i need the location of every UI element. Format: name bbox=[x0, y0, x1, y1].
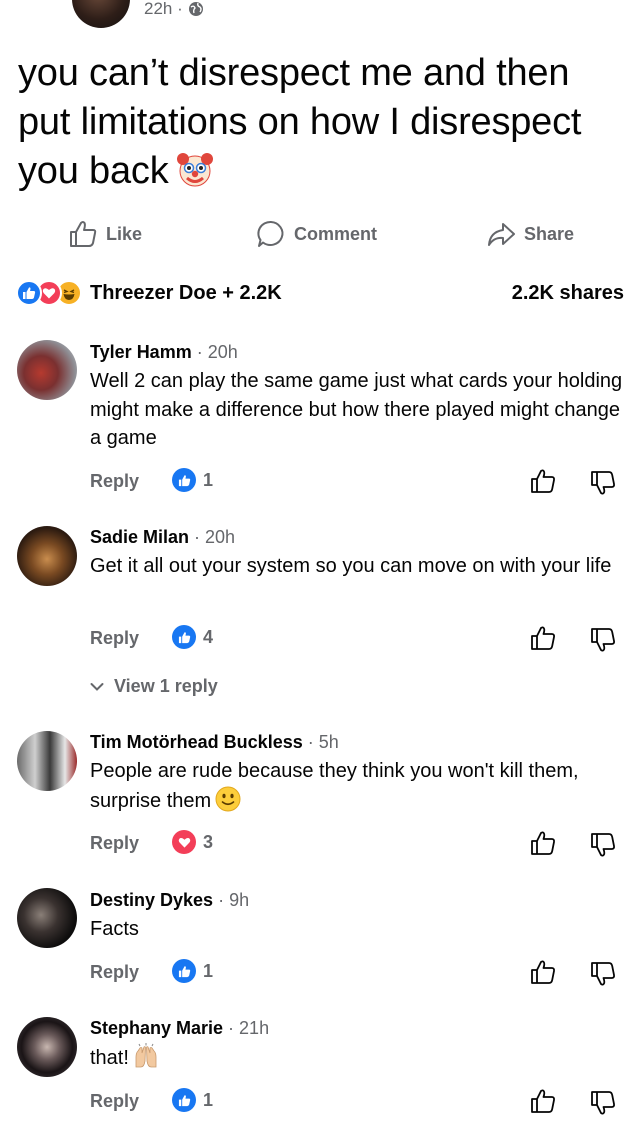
like-reaction-icon bbox=[16, 280, 42, 306]
comment-header: Stephany Marie · 21h bbox=[90, 1017, 625, 1039]
reply-button[interactable]: Reply bbox=[90, 1091, 139, 1112]
comment-reaction-count[interactable]: 1 bbox=[172, 468, 213, 492]
reactions-summary-text: Threezer Doe + 2.2K bbox=[90, 281, 282, 304]
comment-reaction-count[interactable]: 4 bbox=[172, 625, 213, 649]
shares-count[interactable]: 2.2K shares bbox=[512, 282, 624, 305]
comment-header: Tim Motörhead Buckless · 5h bbox=[90, 731, 625, 753]
post-action-bar: Like Comment Share bbox=[0, 212, 640, 256]
post-text-content: you can’t disrespect me and then put lim… bbox=[18, 52, 582, 192]
clown-face-emoji-icon bbox=[176, 153, 213, 187]
comment-reaction-count[interactable]: 1 bbox=[172, 1088, 213, 1112]
like-button[interactable]: Like bbox=[68, 212, 142, 256]
comment-bubble-icon bbox=[257, 220, 284, 247]
post-header: 22h · bbox=[0, 0, 640, 28]
comment-body: Stephany Marie · 21h that! bbox=[90, 1017, 625, 1073]
downvote-icon[interactable] bbox=[590, 832, 616, 858]
downvote-icon[interactable] bbox=[590, 470, 616, 496]
post-meta: 22h · bbox=[144, 0, 204, 19]
comment-reaction-count[interactable]: 1 bbox=[172, 959, 213, 983]
chevron-down-icon bbox=[90, 682, 104, 691]
like-reaction-icon bbox=[172, 1088, 196, 1112]
commenter-name[interactable]: Stephany Marie bbox=[90, 1018, 223, 1038]
comment-header: Sadie Milan · 20h bbox=[90, 526, 625, 548]
upvote-icon[interactable] bbox=[530, 830, 556, 856]
comment-text: People are rude because they think you w… bbox=[90, 757, 625, 815]
comment-text: Facts bbox=[90, 918, 139, 940]
upvote-icon[interactable] bbox=[530, 1088, 556, 1114]
downvote-icon[interactable] bbox=[590, 627, 616, 653]
comment-text-content: that! bbox=[90, 1047, 129, 1069]
reply-button[interactable]: Reply bbox=[90, 471, 139, 492]
comment-text: that! bbox=[90, 1043, 625, 1073]
comment-header: Destiny Dykes · 9h bbox=[90, 889, 625, 911]
downvote-icon[interactable] bbox=[590, 1090, 616, 1116]
post-text: you can’t disrespect me and then put lim… bbox=[18, 49, 628, 196]
reactions-summary-row: Threezer Doe + 2.2K 2.2K shares bbox=[16, 278, 624, 308]
comment-time: · 20h bbox=[191, 342, 238, 362]
comment-actions: Reply 1 bbox=[90, 1088, 625, 1118]
share-button[interactable]: Share bbox=[486, 212, 574, 256]
share-label: Share bbox=[524, 223, 575, 244]
upvote-icon[interactable] bbox=[530, 468, 556, 494]
comment-body: Destiny Dykes · 9h Facts bbox=[90, 889, 625, 944]
view-replies-label: View 1 reply bbox=[114, 676, 218, 696]
comment-actions: Reply 4 bbox=[90, 625, 625, 655]
raising-hands-emoji-icon bbox=[135, 1043, 157, 1068]
post-author-avatar[interactable] bbox=[72, 0, 130, 28]
comment-text-content: People are rude because they think you w… bbox=[90, 760, 579, 812]
upvote-icon[interactable] bbox=[530, 625, 556, 651]
thumbs-up-outline-icon bbox=[70, 221, 97, 247]
comment-text: Well 2 can play the same game just what … bbox=[90, 370, 623, 449]
comment-time: · 9h bbox=[213, 890, 250, 910]
reaction-icons bbox=[16, 280, 82, 306]
comment-body: Sadie Milan · 20h Get it all out your sy… bbox=[90, 526, 625, 581]
reaction-count-value: 1 bbox=[203, 1089, 214, 1110]
comment-actions: Reply 1 bbox=[90, 468, 625, 498]
slightly-smiling-face-emoji-icon bbox=[215, 786, 241, 811]
comment-header: Tyler Hamm · 20h bbox=[90, 341, 625, 363]
like-reaction-icon bbox=[172, 625, 196, 649]
like-reaction-icon bbox=[172, 959, 196, 983]
reaction-count-value: 3 bbox=[203, 831, 214, 852]
love-reaction-icon bbox=[172, 830, 196, 854]
comment-time: · 20h bbox=[189, 527, 236, 547]
commenter-avatar[interactable] bbox=[17, 1017, 77, 1077]
comment-actions: Reply 1 bbox=[90, 959, 625, 989]
reactions-summary[interactable]: Threezer Doe + 2.2K bbox=[16, 280, 282, 306]
reaction-count-value: 1 bbox=[203, 960, 214, 981]
back-chevron-icon[interactable] bbox=[22, 0, 44, 8]
reaction-count-value: 4 bbox=[203, 626, 214, 647]
commenter-avatar[interactable] bbox=[17, 731, 77, 791]
commenter-name[interactable]: Tyler Hamm bbox=[90, 342, 192, 362]
comment-body: Tim Motörhead Buckless · 5h People are r… bbox=[90, 731, 625, 815]
share-arrow-icon bbox=[488, 223, 515, 246]
commenter-avatar[interactable] bbox=[17, 526, 77, 586]
view-replies-button[interactable]: View 1 reply bbox=[90, 676, 218, 697]
comment-reaction-count[interactable]: 3 bbox=[172, 830, 213, 854]
downvote-icon[interactable] bbox=[590, 961, 616, 987]
like-label: Like bbox=[106, 223, 143, 244]
commenter-avatar[interactable] bbox=[17, 340, 77, 400]
comment-body: Tyler Hamm · 20h Well 2 can play the sam… bbox=[90, 341, 625, 453]
reply-button[interactable]: Reply bbox=[90, 833, 139, 854]
reply-button[interactable]: Reply bbox=[90, 628, 139, 649]
post-time: 22h · bbox=[144, 0, 183, 18]
reaction-count-value: 1 bbox=[203, 469, 214, 490]
commenter-name[interactable]: Destiny Dykes bbox=[90, 890, 213, 910]
comment-label: Comment bbox=[294, 223, 378, 244]
comment-button[interactable]: Comment bbox=[256, 212, 377, 256]
commenter-name[interactable]: Tim Motörhead Buckless bbox=[90, 732, 303, 752]
comment-text: Get it all out your system so you can mo… bbox=[90, 555, 612, 577]
comment-actions: Reply 3 bbox=[90, 830, 625, 860]
reply-button[interactable]: Reply bbox=[90, 962, 139, 983]
upvote-icon[interactable] bbox=[530, 959, 556, 985]
like-reaction-icon bbox=[172, 468, 196, 492]
comment-time: · 21h bbox=[223, 1018, 270, 1038]
commenter-avatar[interactable] bbox=[17, 888, 77, 948]
comment-time: · 5h bbox=[302, 732, 339, 752]
commenter-name[interactable]: Sadie Milan bbox=[90, 527, 189, 547]
globe-icon bbox=[188, 2, 203, 16]
